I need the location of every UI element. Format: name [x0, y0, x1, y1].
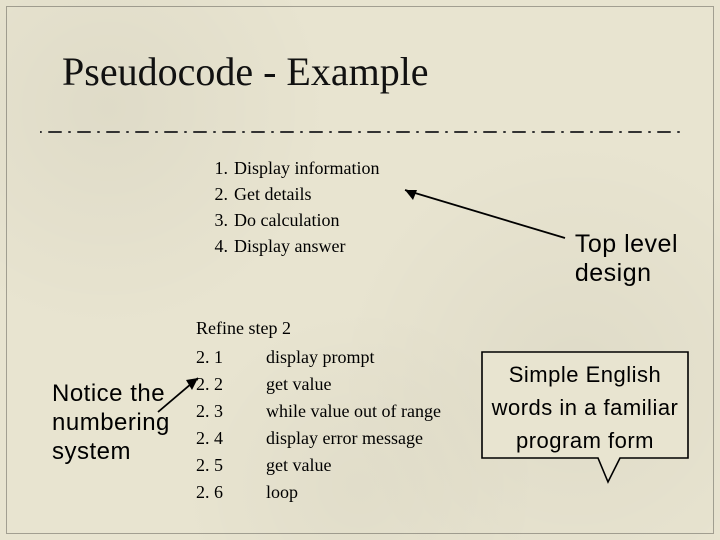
refine-heading: Refine step 2	[196, 315, 441, 342]
list-item: 2. 2get value	[196, 371, 441, 398]
label-text: Notice the	[52, 380, 170, 409]
refine-block: Refine step 2 2. 1display prompt 2. 2get…	[196, 315, 441, 506]
list-text: while value out of range	[266, 401, 441, 421]
list-item: 2. 6loop	[196, 479, 441, 506]
list-item: 2. 1display prompt	[196, 344, 441, 371]
callout-line: Simple English	[486, 358, 684, 391]
list-text: Do calculation	[234, 210, 339, 230]
list-text: Get details	[234, 184, 311, 204]
list-number: 1.	[200, 155, 234, 181]
list-number: 2. 4	[196, 425, 266, 452]
list-item: 2. 3while value out of range	[196, 398, 441, 425]
list-item: 1.Display information	[200, 155, 379, 181]
slide: Pseudocode - Example 1.Display informati…	[0, 0, 720, 540]
callout-simple-english: Simple English words in a familiar progr…	[480, 350, 690, 485]
label-notice-numbering: Notice the numbering system	[52, 380, 170, 466]
list-item: 2. 5get value	[196, 452, 441, 479]
slide-title: Pseudocode - Example	[62, 48, 429, 95]
list-number: 2.	[200, 181, 234, 207]
list-text: get value	[266, 455, 331, 475]
label-top-level-design: Top level design	[575, 230, 678, 288]
list-text: loop	[266, 482, 298, 502]
list-item: 3.Do calculation	[200, 207, 379, 233]
list-number: 2. 6	[196, 479, 266, 506]
callout-text: Simple English words in a familiar progr…	[486, 358, 684, 457]
list-text: display error message	[266, 428, 423, 448]
list-item: 2.Get details	[200, 181, 379, 207]
label-text: system	[52, 438, 170, 467]
label-text: numbering	[52, 409, 170, 438]
list-number: 2. 2	[196, 371, 266, 398]
list-item: 4.Display answer	[200, 233, 379, 259]
list-item: 2. 4display error message	[196, 425, 441, 452]
list-number: 2. 5	[196, 452, 266, 479]
label-text: Top level	[575, 230, 678, 259]
callout-line: words in a familiar	[486, 391, 684, 424]
list-number: 3.	[200, 207, 234, 233]
list-text: display prompt	[266, 347, 375, 367]
callout-line: program form	[486, 424, 684, 457]
list-text: Display answer	[234, 236, 345, 256]
list-number: 2. 1	[196, 344, 266, 371]
top-level-list: 1.Display information 2.Get details 3.Do…	[200, 155, 379, 259]
list-number: 2. 3	[196, 398, 266, 425]
list-text: get value	[266, 374, 331, 394]
arrow-toplevel	[395, 180, 575, 250]
list-text: Display information	[234, 158, 379, 178]
label-text: design	[575, 259, 678, 288]
list-number: 4.	[200, 233, 234, 259]
